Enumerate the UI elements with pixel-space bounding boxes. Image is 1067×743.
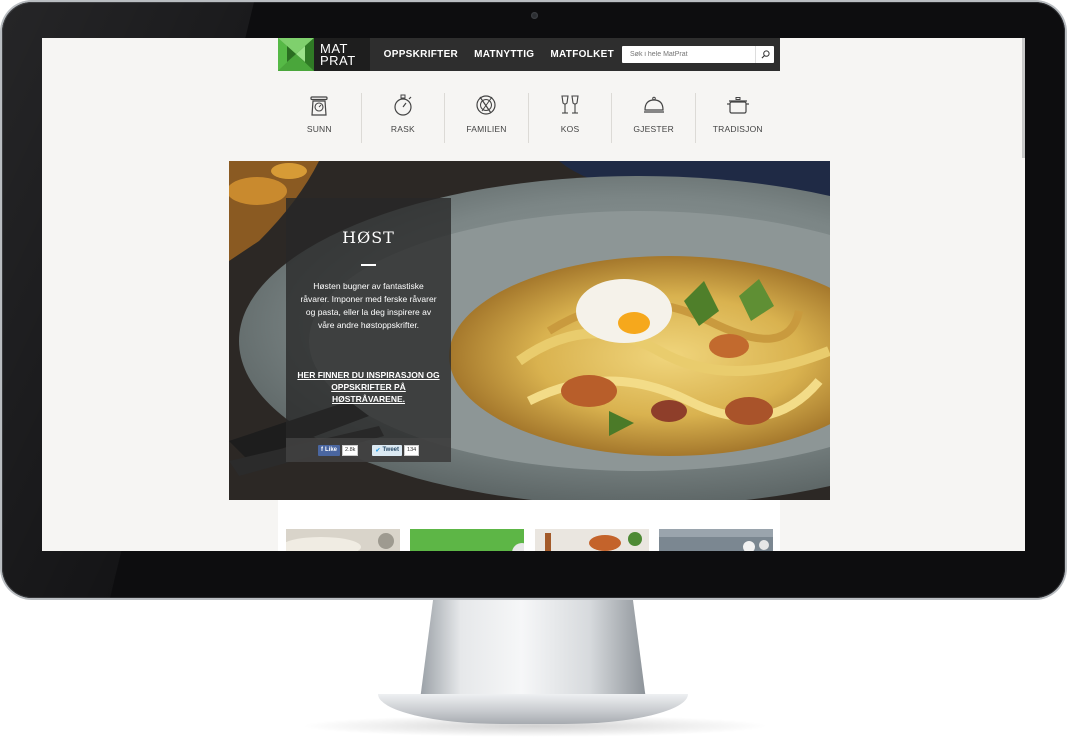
tweet-label: Tweet: [382, 447, 400, 453]
card-image: [659, 529, 773, 551]
category-familien[interactable]: FAMILIEN: [445, 93, 529, 143]
category-label: RASK: [390, 124, 415, 134]
logo-line-2: PRAT: [320, 52, 356, 68]
category-kos[interactable]: KOS: [529, 93, 613, 143]
twitter-icon: ✔: [375, 447, 381, 454]
category-label: TRADISJON: [712, 124, 763, 134]
category-label: GJESTER: [633, 124, 674, 134]
category-sunn[interactable]: SUNN: [278, 93, 362, 143]
main-nav: OPPSKRIFTER MATNYTTIG MATFOLKET: [376, 38, 622, 71]
search-button[interactable]: [755, 46, 774, 63]
logo-text: MAT PRAT: [320, 42, 356, 68]
card-image: [410, 529, 524, 551]
nav-item-matfolket[interactable]: MATFOLKET: [542, 38, 622, 71]
nav-item-matnyttig[interactable]: MATNYTTIG: [466, 38, 542, 71]
plate-cutlery-icon: [476, 95, 497, 115]
content-cards: [278, 500, 780, 551]
hero-divider: [361, 264, 376, 266]
hero-banner[interactable]: HØST Høsten bugner av fantastiske råvare…: [229, 161, 830, 500]
facebook-icon: f: [321, 447, 323, 453]
screen: MAT PRAT OPPSKRIFTER MATNYTTIG MATFOLKET: [42, 38, 1025, 551]
search-icon: [761, 50, 770, 59]
search-box: [622, 46, 774, 63]
hero-text: Høsten bugner av fantastiske råvarer. Im…: [300, 281, 437, 330]
twitter-count: 134: [404, 444, 420, 456]
category-gjester[interactable]: GJESTER: [612, 93, 696, 143]
site-header: MAT PRAT OPPSKRIFTER MATNYTTIG MATFOLKET: [278, 38, 780, 71]
facebook-count: 2.8k: [342, 444, 359, 456]
cloche-icon: [643, 96, 664, 113]
category-tradisjon[interactable]: TRADISJON: [696, 93, 780, 143]
content-card[interactable]: [410, 529, 524, 551]
hero-title: HØST: [342, 228, 395, 247]
monitor-stand: [420, 596, 646, 700]
hero-panel: HØST Høsten bugner av fantastiske råvare…: [286, 198, 451, 462]
content-card[interactable]: [286, 529, 400, 551]
content-card[interactable]: [659, 529, 773, 551]
twitter-tweet-button[interactable]: ✔ Tweet: [372, 444, 403, 456]
logo-mark-icon: [278, 38, 314, 71]
search-input[interactable]: [622, 47, 756, 62]
share-bar: f Like 2.8k ✔ Tweet 134: [286, 438, 451, 462]
facebook-like-label: Like: [325, 447, 338, 453]
scrollbar[interactable]: [1022, 38, 1025, 158]
category-label: SUNN: [306, 124, 332, 134]
card-image: [286, 529, 400, 551]
logo[interactable]: MAT PRAT: [278, 38, 370, 71]
category-label: FAMILIEN: [466, 124, 507, 134]
nav-item-oppskrifter[interactable]: OPPSKRIFTER: [376, 38, 466, 71]
stopwatch-icon: [394, 94, 412, 116]
hero-link[interactable]: HER FINNER DU INSPIRASJON OG OPPSKRIFTER…: [296, 369, 441, 405]
content-card[interactable]: [535, 529, 649, 551]
scale-icon: [310, 96, 328, 116]
category-label: KOS: [560, 124, 580, 134]
card-image: [535, 529, 649, 551]
wine-glasses-icon: [561, 95, 579, 114]
pot-icon: [726, 97, 749, 114]
facebook-like-button[interactable]: f Like: [318, 444, 341, 456]
category-row: SUNN RASK FAMILIEN KOS GJESTER TRADISJON: [278, 93, 780, 143]
category-rask[interactable]: RASK: [362, 93, 446, 143]
camera-icon: [531, 12, 538, 19]
